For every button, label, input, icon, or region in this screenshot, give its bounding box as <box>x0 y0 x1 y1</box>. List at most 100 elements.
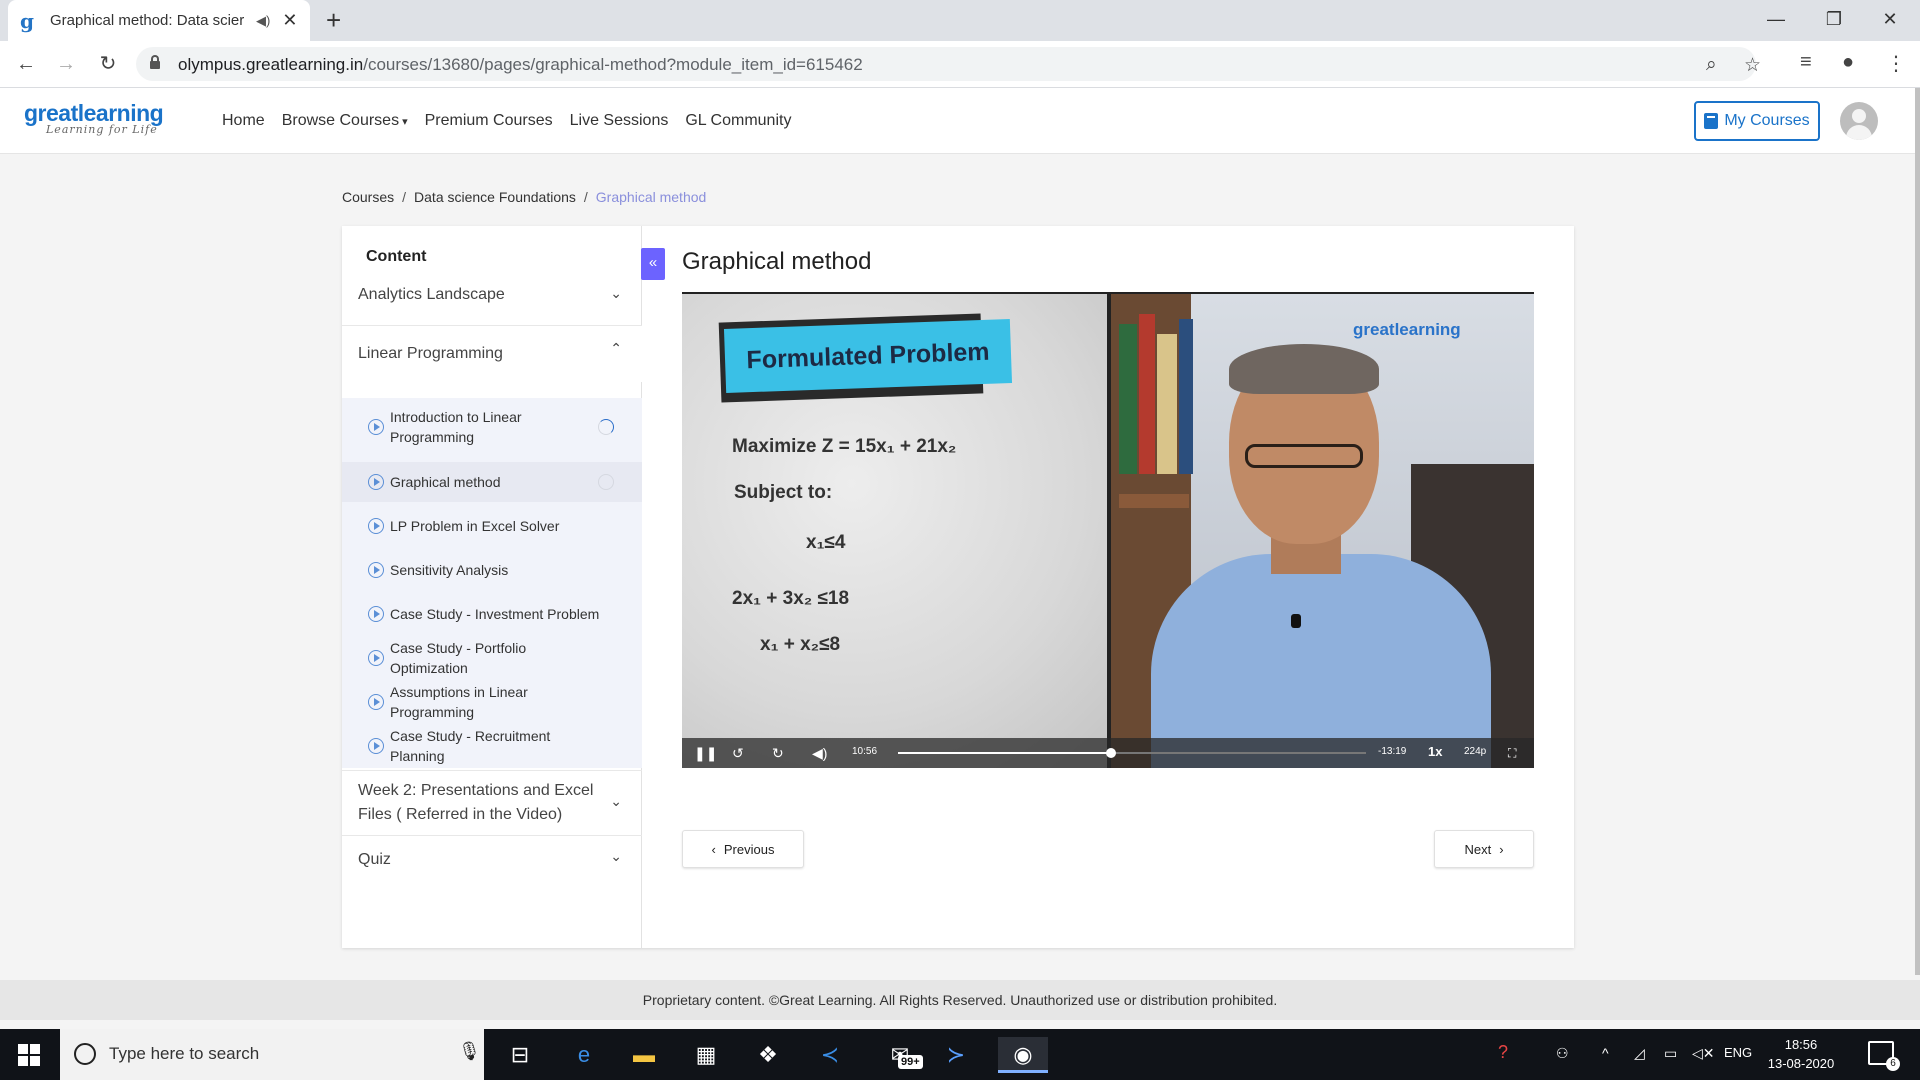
volume-icon[interactable]: ◀) <box>812 745 827 762</box>
battery-icon[interactable]: ▭ <box>1664 1045 1677 1062</box>
lesson-item-sensitivity-analysis[interactable]: Sensitivity Analysis <box>342 550 642 590</box>
nav-premium-courses[interactable]: Premium Courses <box>425 112 553 130</box>
rewind-icon[interactable]: ↺ <box>732 745 744 762</box>
breadcrumb-course[interactable]: Data science Foundations <box>414 189 576 205</box>
slide-subject-to: Subject to: <box>734 482 833 503</box>
chevron-down-icon[interactable]: ⌄ <box>610 285 622 302</box>
new-tab-button[interactable]: + <box>326 6 341 34</box>
collapse-sidebar-button[interactable]: « <box>641 248 665 280</box>
lesson-item-excel-solver[interactable]: LP Problem in Excel Solver <box>342 506 642 546</box>
dropbox-icon[interactable]: ❖ <box>748 1037 788 1073</box>
wifi-icon[interactable]: ◿ <box>1634 1045 1645 1062</box>
windows-taskbar: Type here to search 🎙 ⊟ e ▬ ▦ ❖ ≺ ✉99+ ≻… <box>0 1029 1920 1080</box>
module-label: Quiz <box>358 851 391 868</box>
menu-kebab-icon[interactable]: ⋮ <box>1886 51 1906 76</box>
pause-icon[interactable]: ❚❚ <box>694 745 717 762</box>
lesson-label: Sensitivity Analysis <box>390 562 509 578</box>
lesson-label: Case Study - Portfolio Optimization <box>390 640 527 676</box>
restore-button[interactable]: ❐ <box>1806 0 1862 41</box>
chevron-down-icon[interactable]: ⌄ <box>610 848 622 865</box>
chrome-icon[interactable]: ◉ <box>998 1037 1048 1073</box>
playback-speed[interactable]: 1x <box>1428 744 1442 759</box>
help-icon[interactable]: ? <box>1498 1042 1508 1063</box>
lesson-label: Graphical method <box>390 474 501 490</box>
store-icon[interactable]: ▦ <box>686 1037 726 1073</box>
windows-start-icon[interactable] <box>18 1044 40 1066</box>
slide-constraint: x₁ + x₂≤8 <box>760 634 841 655</box>
book-icon <box>1704 113 1719 129</box>
lesson-item-portfolio-optimization[interactable]: Case Study - Portfolio Optimization <box>342 638 642 678</box>
minimize-button[interactable]: — <box>1748 0 1804 41</box>
nav-home[interactable]: Home <box>222 112 265 130</box>
chevron-right-icon: › <box>1499 841 1504 857</box>
module-quiz[interactable]: Quiz ⌄ <box>342 836 642 884</box>
breadcrumb-separator: / <box>402 189 407 205</box>
previous-button[interactable]: ‹ Previous <box>682 830 804 868</box>
mail-icon[interactable]: ✉99+ <box>880 1037 923 1073</box>
next-button[interactable]: Next › <box>1434 830 1534 868</box>
module-week-2[interactable]: Week 2: Presentations and Excel Files ( … <box>342 770 642 836</box>
mail-badge: 99+ <box>898 1055 923 1069</box>
zoom-icon[interactable]: ⌕ <box>1706 54 1717 76</box>
seek-handle[interactable] <box>1105 748 1116 758</box>
file-explorer-icon[interactable]: ▬ <box>624 1037 664 1073</box>
progress-ring-icon <box>598 419 614 435</box>
volume-muted-icon[interactable]: ◁✕ <box>1692 1045 1715 1062</box>
video-player[interactable]: Formulated Problem Maximize Z = 15x₁ + 2… <box>682 292 1534 768</box>
lesson-item-graphical-method[interactable]: Graphical method <box>342 462 642 502</box>
language-indicator[interactable]: ENG <box>1724 1045 1752 1060</box>
module-linear-programming[interactable]: Linear Programming ⌃ <box>342 326 642 382</box>
address-toolbar: ← → ↻ olympus.greatlearning.in/courses/1… <box>0 41 1920 88</box>
browser-tab[interactable]: g Graphical method: Data scier ◀) ✕ <box>8 0 310 41</box>
nav-browse-courses[interactable]: Browse Courses ▾ <box>282 112 408 130</box>
edge-icon[interactable]: e <box>564 1037 604 1073</box>
cortana-icon[interactable] <box>74 1043 96 1065</box>
profile-icon[interactable]: ● <box>1842 51 1854 74</box>
lesson-item-recruitment-planning[interactable]: Case Study - Recruitment Planning <box>342 726 642 766</box>
notification-center-icon[interactable]: 6 <box>1868 1041 1900 1071</box>
play-circle-icon <box>368 650 384 666</box>
url-text[interactable]: olympus.greatlearning.in/courses/13680/p… <box>178 55 863 75</box>
audio-playing-icon[interactable]: ◀) <box>256 13 270 29</box>
lesson-item-investment-problem[interactable]: Case Study - Investment Problem <box>342 594 642 634</box>
breadcrumb: Courses / Data science Foundations / Gra… <box>342 189 706 205</box>
people-icon[interactable]: ⚇ <box>1556 1045 1569 1062</box>
module-analytics-landscape[interactable]: Analytics Landscape ⌄ <box>342 266 642 326</box>
nav-live-sessions[interactable]: Live Sessions <box>570 112 669 130</box>
my-courses-button[interactable]: My Courses <box>1694 101 1820 141</box>
bookmark-star-icon[interactable]: ☆ <box>1744 54 1761 77</box>
course-card: Content Analytics Landscape ⌄ Linear Pro… <box>342 226 1574 948</box>
address-bar[interactable]: olympus.greatlearning.in/courses/13680/p… <box>136 47 1761 81</box>
back-arrow-icon[interactable]: ← <box>12 50 40 78</box>
avatar[interactable] <box>1840 102 1878 140</box>
vscode-icon[interactable]: ≺ <box>810 1037 850 1073</box>
system-clock[interactable]: 18:56 13-08-2020 <box>1762 1035 1840 1073</box>
chevron-up-icon[interactable]: ⌃ <box>610 340 622 357</box>
greatlearning-favicon-icon: g <box>20 8 34 33</box>
taskbar-search[interactable]: Type here to search 🎙 <box>60 1029 484 1080</box>
forward-icon[interactable]: ↻ <box>772 745 784 762</box>
reload-icon[interactable]: ↻ <box>94 50 122 78</box>
lesson-item-assumptions[interactable]: Assumptions in Linear Programming <box>342 682 642 722</box>
chevron-down-icon[interactable]: ⌄ <box>610 793 622 810</box>
lesson-item-introduction[interactable]: Introduction to Linear Programming <box>342 404 642 450</box>
powershell-icon[interactable]: ≻ <box>936 1037 976 1073</box>
nav-gl-community[interactable]: GL Community <box>685 112 791 130</box>
forward-arrow-icon[interactable]: → <box>52 50 80 78</box>
module-label: Week 2: Presentations and Excel Files ( … <box>358 782 594 823</box>
seek-bar[interactable] <box>898 748 1366 758</box>
quality-selector[interactable]: 224p <box>1464 746 1486 757</box>
chevron-up-icon[interactable]: ^ <box>1602 1045 1609 1061</box>
task-view-icon[interactable]: ⊟ <box>500 1037 540 1073</box>
close-window-button[interactable]: ✕ <box>1862 0 1918 41</box>
media-control-icon[interactable]: ≡ <box>1800 51 1812 74</box>
greatlearning-logo[interactable]: greatlearning Learning for Life <box>24 100 164 136</box>
page-scrollbar[interactable] <box>1915 88 1920 975</box>
microphone-icon[interactable]: 🎙 <box>458 1041 481 1062</box>
lock-icon[interactable] <box>150 55 160 69</box>
fullscreen-icon[interactable]: ⛶ <box>1508 746 1516 761</box>
tab-close-icon[interactable]: ✕ <box>282 10 297 31</box>
breadcrumb-courses[interactable]: Courses <box>342 189 394 205</box>
play-circle-icon <box>368 518 384 534</box>
video-watermark-logo: greatlearning <box>1353 320 1461 339</box>
